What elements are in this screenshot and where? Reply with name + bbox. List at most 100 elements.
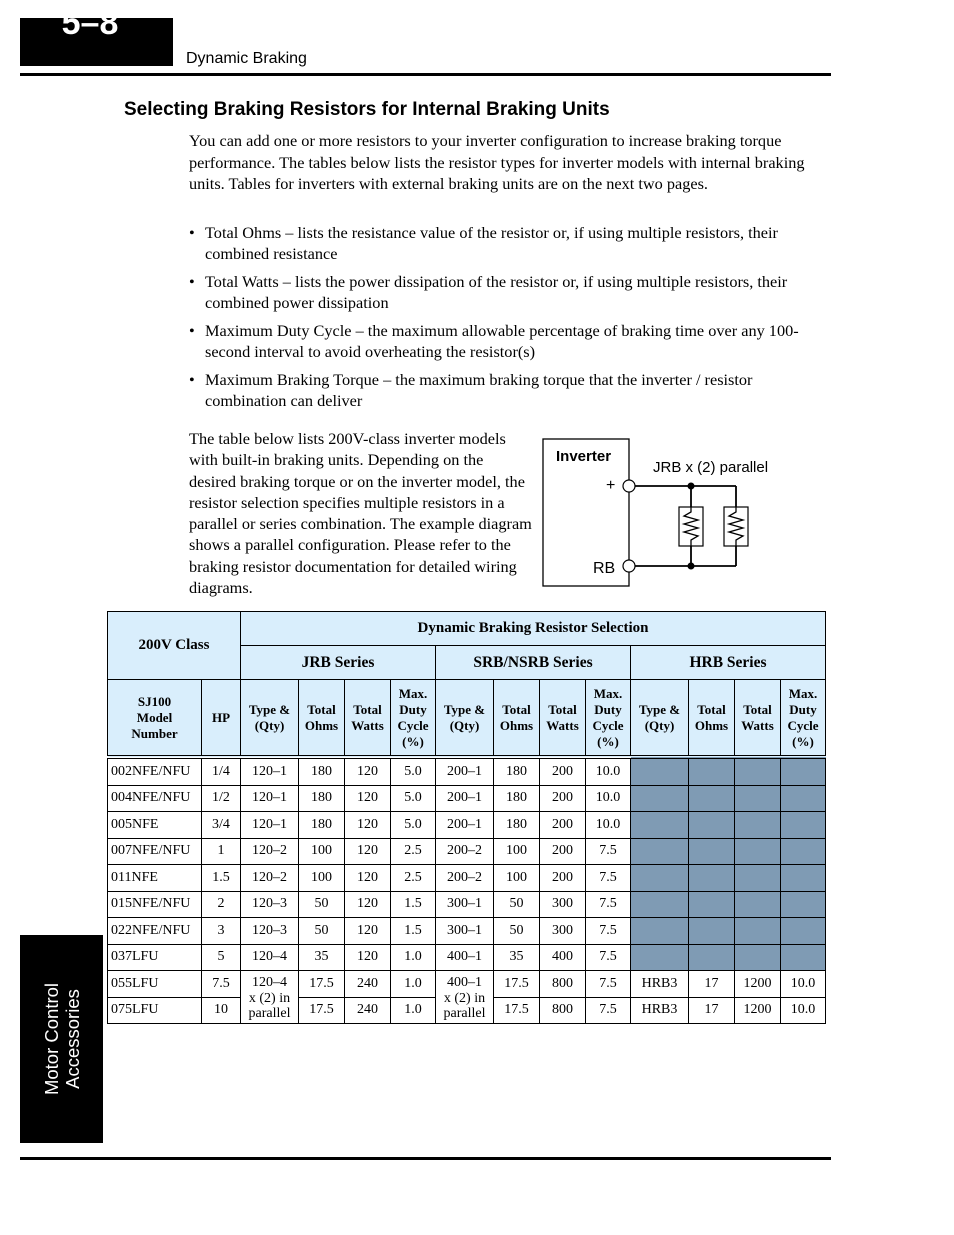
jrb-duty-cell: 1.5	[390, 917, 436, 945]
not-applicable-cell	[688, 943, 735, 971]
jrb-watts-cell: 120	[344, 755, 391, 786]
rb-terminal	[622, 559, 636, 573]
column-header-duty-hrb: Max. Duty Cycle (%)	[780, 679, 826, 758]
junction-dot	[687, 562, 695, 570]
model-cell: 075LFU	[107, 996, 202, 1024]
not-applicable-cell	[780, 943, 826, 971]
column-header-ohms-hrb: Total Ohms	[688, 679, 735, 758]
table-row: 055LFU 7.5 120–4 x (2) in parallel 17.5 240 1.0…	[107, 970, 826, 1024]
jrb-duty-cell: 2.5	[390, 864, 436, 892]
not-applicable-cell	[630, 811, 689, 839]
srb-duty-cell: 7.5	[585, 917, 631, 945]
column-header-watts-srb: Total Watts	[539, 679, 586, 758]
jrb-ohms-cell: 35	[298, 943, 345, 971]
column-header-type-srb: Type & (Qty)	[435, 679, 494, 758]
not-applicable-cell	[734, 917, 781, 945]
not-applicable-cell	[688, 890, 735, 918]
hp-cell: 5	[201, 943, 241, 971]
column-header-type-jrb: Type & (Qty)	[240, 679, 299, 758]
srb-ohms-cell: 100	[493, 837, 540, 865]
resistor-label: JRB x (2) parallel	[653, 459, 768, 476]
jrb-ohms-cell: 180	[298, 784, 345, 812]
jrb-duty-cell: 1.0	[390, 996, 436, 1024]
inverter-label: Inverter	[556, 448, 611, 465]
not-applicable-cell	[734, 755, 781, 786]
hrb-type-cell: HRB3	[630, 996, 689, 1024]
jrb-ohms-cell: 180	[298, 811, 345, 839]
srb-watts-cell: 200	[539, 784, 586, 812]
jrb-watts-cell: 120	[344, 811, 391, 839]
section-title: Dynamic Braking	[186, 50, 307, 67]
hp-cell: 1/2	[201, 784, 241, 812]
list-item-text: Total Ohms – lists the resistance value …	[205, 223, 778, 263]
jrb-watts-cell: 240	[344, 970, 391, 998]
hrb-duty-cell: 10.0	[780, 970, 826, 998]
bullet-icon: •	[189, 272, 195, 291]
header-rule	[20, 73, 831, 76]
srb-watts-cell: 200	[539, 864, 586, 892]
srb-type-cell: 200–1	[435, 811, 494, 839]
not-applicable-cell	[780, 917, 826, 945]
jrb-ohms-cell: 17.5	[298, 970, 345, 998]
not-applicable-cell	[688, 811, 735, 839]
jrb-duty-cell: 2.5	[390, 837, 436, 865]
srb-ohms-cell: 180	[493, 784, 540, 812]
table-row: 005NFE 3/4 120–1 180 120 5.0 200–1 180 200 10.0	[107, 811, 826, 839]
list-item: • Maximum Braking Torque – the maximum br…	[189, 369, 814, 411]
jrb-type-cell: 120–1	[240, 755, 299, 786]
jrb-duty-cell: 5.0	[390, 811, 436, 839]
jrb-ohms-cell: 100	[298, 864, 345, 892]
not-applicable-cell	[630, 837, 689, 865]
definition-list: • Total Ohms – lists the resistance value…	[189, 222, 814, 418]
jrb-type-cell: 120–2	[240, 864, 299, 892]
hp-cell: 1.5	[201, 864, 241, 892]
series-header-jrb: JRB Series	[240, 645, 436, 680]
jrb-ohms-cell: 100	[298, 837, 345, 865]
table-row: 037LFU 5 120–4 35 120 1.0 400–1 35 400 7.5	[107, 943, 826, 971]
jrb-type-cell: 120–4 x (2) in parallel	[240, 970, 299, 1024]
srb-duty-cell: 7.5	[585, 996, 631, 1024]
hp-cell: 10	[201, 996, 241, 1024]
jrb-watts-cell: 240	[344, 996, 391, 1024]
srb-type-cell: 300–1	[435, 890, 494, 918]
footer-rule	[20, 1157, 831, 1160]
not-applicable-cell	[734, 811, 781, 839]
column-header-type-hrb: Type & (Qty)	[630, 679, 689, 758]
srb-duty-cell: 7.5	[585, 864, 631, 892]
hrb-ohms-cell: 17	[688, 970, 735, 998]
model-cell: 055LFU	[107, 970, 202, 998]
bullet-icon: •	[189, 370, 195, 389]
model-cell: 037LFU	[107, 943, 202, 971]
column-header-hp: HP	[201, 679, 241, 758]
jrb-type-cell: 120–3	[240, 917, 299, 945]
column-header-watts-hrb: Total Watts	[734, 679, 781, 758]
jrb-ohms-cell: 50	[298, 890, 345, 918]
srb-watts-cell: 200	[539, 811, 586, 839]
junction-dot	[687, 482, 695, 490]
series-header-srb: SRB/NSRB Series	[435, 645, 631, 680]
srb-watts-cell: 300	[539, 917, 586, 945]
srb-ohms-cell: 100	[493, 864, 540, 892]
srb-watts-cell: 400	[539, 943, 586, 971]
selection-header: Dynamic Braking Resistor Selection	[240, 611, 826, 646]
srb-watts-cell: 200	[539, 837, 586, 865]
not-applicable-cell	[734, 890, 781, 918]
not-applicable-cell	[630, 943, 689, 971]
srb-type-cell: 200–1	[435, 755, 494, 786]
srb-ohms-cell: 35	[493, 943, 540, 971]
list-item-text: Maximum Duty Cycle – the maximum allowab…	[205, 321, 799, 361]
not-applicable-cell	[688, 755, 735, 786]
srb-ohms-cell: 180	[493, 811, 540, 839]
hrb-watts-cell: 1200	[734, 996, 781, 1024]
model-cell: 005NFE	[107, 811, 202, 839]
jrb-watts-cell: 120	[344, 943, 391, 971]
not-applicable-cell	[734, 784, 781, 812]
table-row: 011NFE 1.5 120–2 100 120 2.5 200–2 100 200 7.5	[107, 864, 826, 892]
not-applicable-cell	[780, 755, 826, 786]
column-header-ohms-srb: Total Ohms	[493, 679, 540, 758]
not-applicable-cell	[630, 784, 689, 812]
srb-duty-cell: 10.0	[585, 811, 631, 839]
srb-ohms-cell: 180	[493, 755, 540, 786]
not-applicable-cell	[688, 917, 735, 945]
jrb-watts-cell: 120	[344, 784, 391, 812]
